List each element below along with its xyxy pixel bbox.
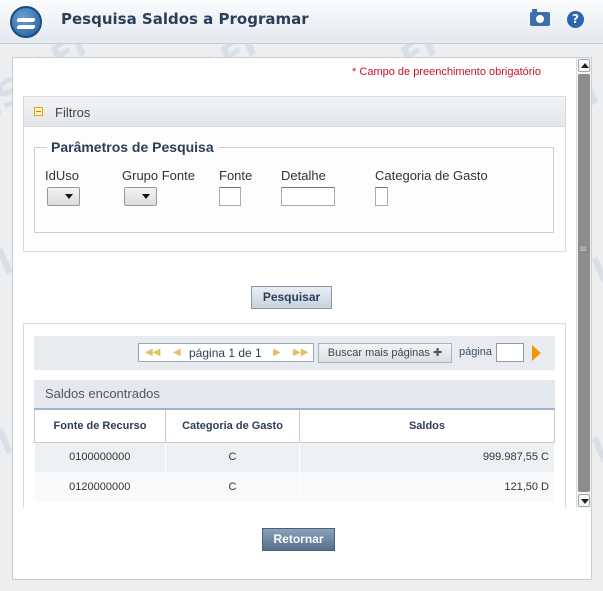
title-bar: Pesquisa Saldos a Programar ? (0, 0, 603, 44)
scroll-up-icon[interactable] (578, 59, 590, 72)
search-button[interactable]: Pesquisar (251, 286, 332, 309)
params-legend: Parâmetros de Pesquisa (47, 139, 218, 155)
table-cell: C (165, 442, 300, 472)
vertical-scrollbar[interactable] (576, 58, 591, 508)
results-title: Saldos encontrados (34, 380, 555, 408)
fonte-label: Fonte (219, 168, 253, 183)
last-page-icon[interactable]: ▶▶ (293, 348, 308, 358)
iduso-select[interactable] (47, 187, 80, 206)
scroll-thumb[interactable] (578, 74, 590, 492)
column-header[interactable]: Saldos (299, 408, 555, 443)
prev-page-icon[interactable]: ◀ (173, 348, 181, 358)
table-row[interactable]: 0100000000 C 999.987,55 C (34, 442, 555, 472)
required-note: * Campo de preenchimento obrigatório (352, 66, 541, 78)
detalhe-input[interactable] (281, 187, 335, 206)
categoria-gasto-label: Categoria de Gasto (375, 168, 488, 183)
return-button[interactable]: Retornar (262, 528, 335, 551)
filters-header[interactable]: Filtros (24, 97, 565, 127)
iduso-label: IdUso (45, 168, 79, 183)
next-page-icon[interactable]: ▶ (273, 348, 281, 358)
column-header[interactable]: Categoria de Gasto (165, 408, 300, 443)
categoria-gasto-input[interactable] (375, 187, 388, 206)
table-cell: 0100000000 (34, 442, 166, 472)
page-label: página (459, 346, 493, 358)
table-cell: 0120000000 (34, 472, 166, 502)
filters-panel: Filtros Parâmetros de Pesquisa IdUso Gru… (23, 96, 566, 252)
page-number-input[interactable] (496, 343, 524, 362)
grupo-fonte-label: Grupo Fonte (122, 168, 195, 183)
table-header-row: Fonte de Recurso Categoria de Gasto Sald… (34, 408, 555, 443)
pager-nav: ◀◀ ◀ página 1 de 1 ▶ ▶▶ (138, 343, 314, 362)
main-panel: * Campo de preenchimento obrigatório Fil… (12, 57, 592, 509)
filters-title: Filtros (55, 105, 91, 120)
help-icon[interactable]: ? (567, 11, 584, 28)
more-pages-label: Buscar mais páginas (327, 347, 430, 359)
siafi-logo (10, 6, 42, 38)
grupo-fonte-select[interactable] (124, 187, 157, 206)
column-header[interactable]: Fonte de Recurso (34, 408, 166, 443)
results-panel: ◀◀ ◀ página 1 de 1 ▶ ▶▶ Buscar mais pági… (23, 323, 566, 508)
scroll-down-icon[interactable] (578, 494, 590, 507)
table-cell: 999.987,55 C (299, 442, 555, 472)
go-arrow-icon[interactable] (532, 345, 541, 361)
more-pages-button[interactable]: Buscar mais páginas ✚ (318, 343, 452, 363)
table-cell: C (165, 472, 300, 502)
table-row[interactable]: 0120000000 C 121,50 D (34, 472, 555, 502)
first-page-icon[interactable]: ◀◀ (145, 348, 160, 358)
table-cell: 121,50 D (299, 472, 555, 502)
collapse-icon[interactable] (34, 107, 43, 116)
camera-icon[interactable] (530, 9, 550, 26)
plus-icon: ✚ (432, 347, 443, 359)
fonte-input[interactable] (219, 187, 241, 206)
page-title: Pesquisa Saldos a Programar (61, 10, 309, 28)
pagination-bar: ◀◀ ◀ página 1 de 1 ▶ ▶▶ Buscar mais pági… (34, 336, 555, 370)
page-indicator: página 1 de 1 (189, 346, 262, 360)
search-parameters: Parâmetros de Pesquisa IdUso Grupo Fonte… (34, 139, 554, 233)
detalhe-label: Detalhe (281, 168, 326, 183)
results-table: Fonte de Recurso Categoria de Gasto Sald… (34, 408, 555, 502)
